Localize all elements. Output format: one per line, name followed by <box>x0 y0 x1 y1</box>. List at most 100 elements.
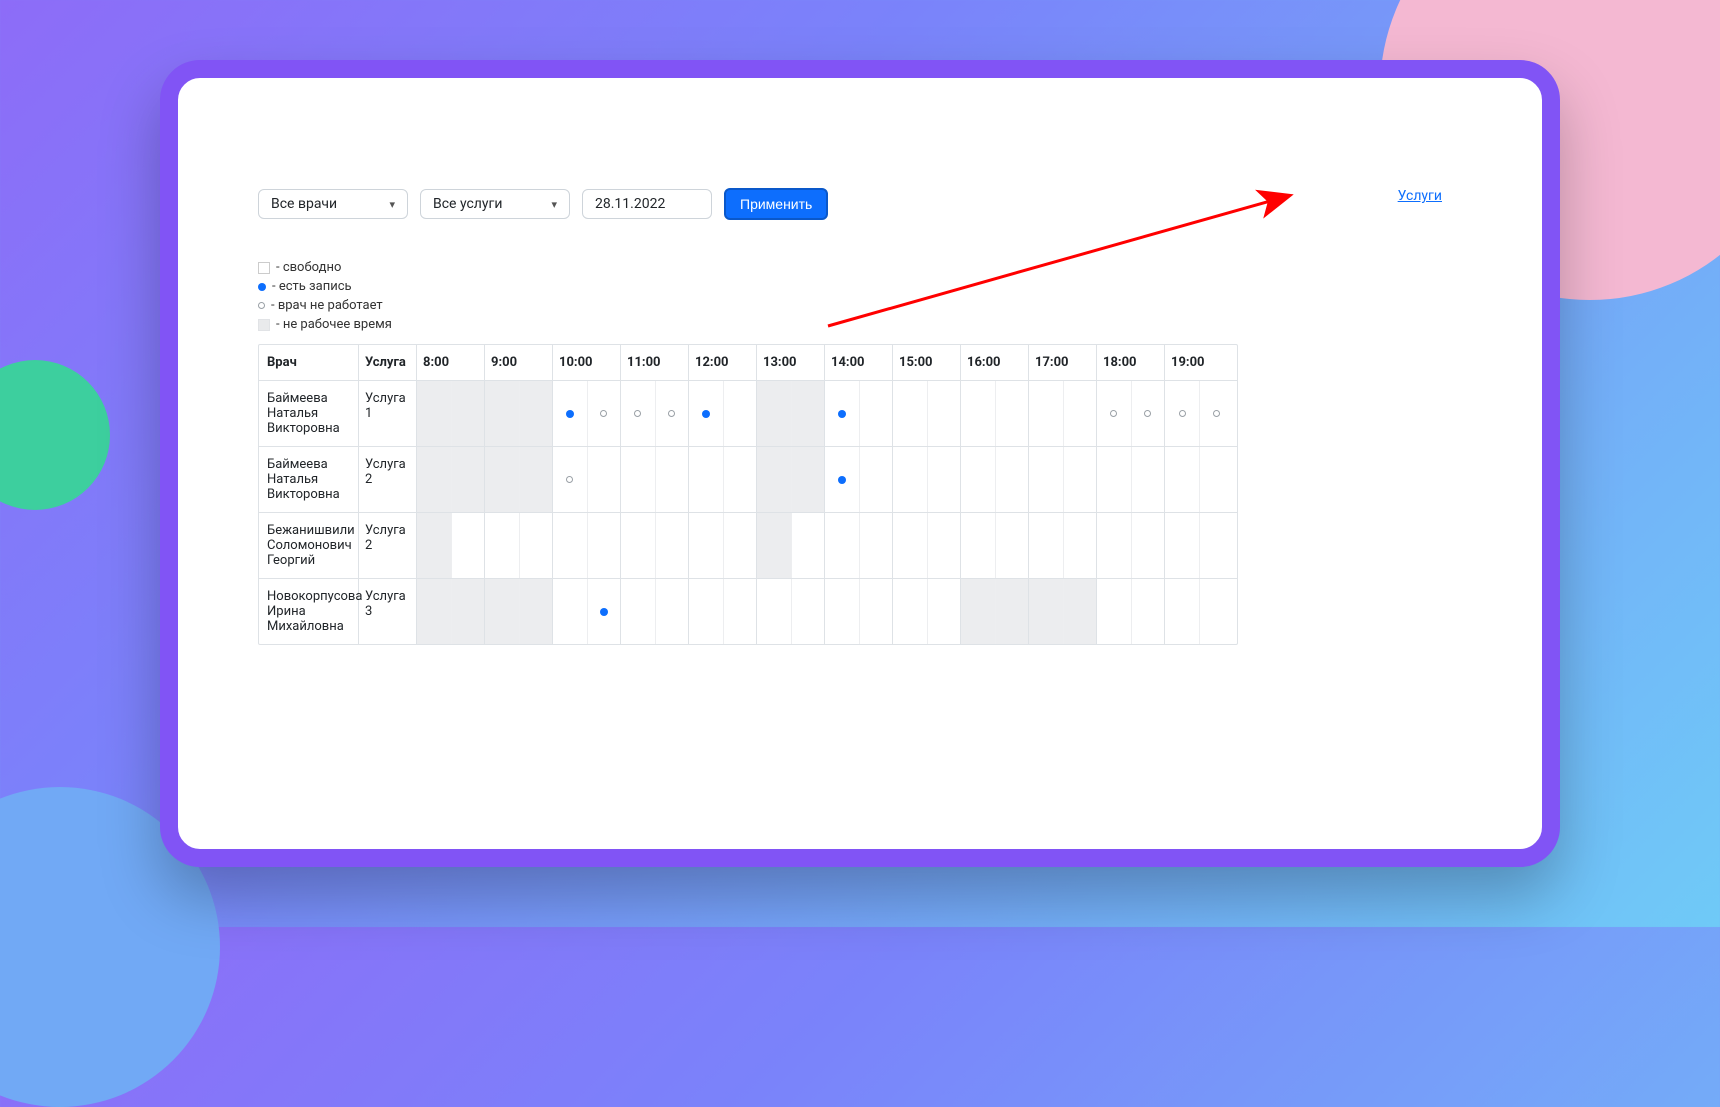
time-slot[interactable] <box>723 381 757 446</box>
time-slot[interactable] <box>485 513 519 578</box>
hour-cell <box>621 513 689 578</box>
time-slot[interactable] <box>927 447 961 512</box>
time-slot[interactable] <box>893 447 927 512</box>
hour-cell <box>621 579 689 644</box>
time-slot[interactable] <box>893 381 927 446</box>
time-slot[interactable] <box>825 381 859 446</box>
hour-cell <box>689 381 757 446</box>
time-slot[interactable] <box>519 513 553 578</box>
time-slot[interactable] <box>859 579 893 644</box>
time-slot[interactable] <box>1029 447 1063 512</box>
time-slot[interactable] <box>1199 513 1233 578</box>
time-slot[interactable] <box>587 381 621 446</box>
services-link[interactable]: Услуги <box>1398 188 1442 204</box>
time-slot[interactable] <box>791 513 825 578</box>
time-slot[interactable] <box>553 579 587 644</box>
time-slot[interactable] <box>621 447 655 512</box>
time-slot[interactable] <box>1165 447 1199 512</box>
hour-cell <box>1097 381 1165 446</box>
time-slot[interactable] <box>655 579 689 644</box>
time-slot[interactable] <box>1165 381 1199 446</box>
time-slot[interactable] <box>995 513 1029 578</box>
time-slot[interactable] <box>1165 513 1199 578</box>
time-slot[interactable] <box>689 381 723 446</box>
hour-cell <box>553 381 621 446</box>
time-slot[interactable] <box>995 447 1029 512</box>
hour-cell <box>893 447 961 512</box>
time-slot[interactable] <box>893 513 927 578</box>
time-slot[interactable] <box>553 513 587 578</box>
time-slot[interactable] <box>451 513 485 578</box>
time-slot[interactable] <box>859 447 893 512</box>
time-slot[interactable] <box>1063 381 1097 446</box>
legend-booked-icon <box>258 283 266 291</box>
time-slot[interactable] <box>1131 579 1165 644</box>
time-slot[interactable] <box>995 381 1029 446</box>
time-slot[interactable] <box>825 579 859 644</box>
time-slot[interactable] <box>1199 447 1233 512</box>
time-slot[interactable] <box>587 579 621 644</box>
time-slot[interactable] <box>927 381 961 446</box>
time-slot[interactable] <box>621 381 655 446</box>
time-slot <box>791 381 825 446</box>
time-slot[interactable] <box>587 447 621 512</box>
time-slot[interactable] <box>927 579 961 644</box>
time-slot[interactable] <box>1199 579 1233 644</box>
time-slot[interactable] <box>655 447 689 512</box>
time-slot[interactable] <box>723 513 757 578</box>
doctor-off-dot-icon <box>1144 410 1151 417</box>
hour-cell <box>689 579 757 644</box>
time-slot[interactable] <box>961 513 995 578</box>
hour-cell <box>1029 381 1097 446</box>
time-slot[interactable] <box>757 579 791 644</box>
hour-cell <box>961 381 1029 446</box>
time-slot[interactable] <box>1097 579 1131 644</box>
hour-cell <box>1029 447 1097 512</box>
hour-cell <box>485 513 553 578</box>
date-input[interactable]: 28.11.2022 <box>582 189 712 219</box>
time-slot[interactable] <box>689 447 723 512</box>
time-slot[interactable] <box>859 381 893 446</box>
time-slot[interactable] <box>655 513 689 578</box>
time-slot[interactable] <box>655 381 689 446</box>
time-slot[interactable] <box>553 381 587 446</box>
time-slot[interactable] <box>1029 381 1063 446</box>
time-slot[interactable] <box>723 447 757 512</box>
apply-button[interactable]: Применить <box>724 188 828 220</box>
time-slot[interactable] <box>1199 381 1233 446</box>
time-slot[interactable] <box>961 381 995 446</box>
time-slot <box>485 381 519 446</box>
time-slot[interactable] <box>1063 447 1097 512</box>
legend-off-label: - врач не работает <box>271 298 383 313</box>
time-slot[interactable] <box>621 513 655 578</box>
time-slot[interactable] <box>825 513 859 578</box>
time-slot[interactable] <box>825 447 859 512</box>
time-slot[interactable] <box>1131 513 1165 578</box>
time-slot[interactable] <box>1097 447 1131 512</box>
time-slot[interactable] <box>1063 513 1097 578</box>
hour-cell <box>621 381 689 446</box>
time-slot[interactable] <box>961 447 995 512</box>
time-slot[interactable] <box>553 447 587 512</box>
doctor-name: Баймеева Наталья Викторовна <box>259 447 359 512</box>
time-slot[interactable] <box>723 579 757 644</box>
time-slot[interactable] <box>1165 579 1199 644</box>
time-slot[interactable] <box>1029 513 1063 578</box>
time-slot[interactable] <box>1097 381 1131 446</box>
time-slot[interactable] <box>791 579 825 644</box>
time-slot[interactable] <box>893 579 927 644</box>
time-slot[interactable] <box>587 513 621 578</box>
time-slot[interactable] <box>621 579 655 644</box>
doctor-select[interactable]: Все врачи ▾ <box>258 189 408 219</box>
time-slot[interactable] <box>1097 513 1131 578</box>
time-slot[interactable] <box>927 513 961 578</box>
doctor-off-dot-icon <box>1110 410 1117 417</box>
time-slot[interactable] <box>859 513 893 578</box>
time-slot[interactable] <box>1131 381 1165 446</box>
time-slot[interactable] <box>689 579 723 644</box>
chevron-down-icon: ▾ <box>389 198 395 211</box>
time-slot[interactable] <box>689 513 723 578</box>
service-name: Услуга 1 <box>359 381 417 446</box>
time-slot[interactable] <box>1131 447 1165 512</box>
service-select[interactable]: Все услуги ▾ <box>420 189 570 219</box>
